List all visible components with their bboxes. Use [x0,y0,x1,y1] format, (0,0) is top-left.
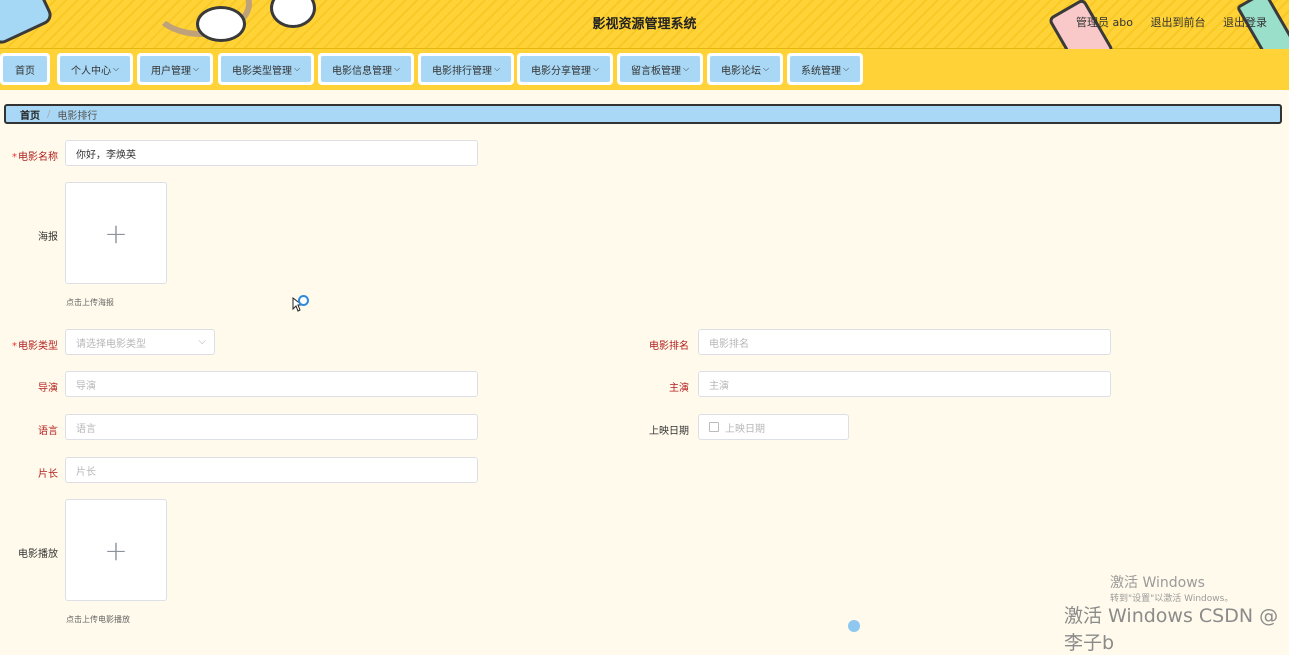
chevron-down-icon: ⌵ [682,64,690,73]
movie-play-label: 电影播放 [18,549,58,560]
required-mark: * [12,341,17,352]
breadcrumb: 首页 / 电影排行 [4,104,1282,124]
duration-label: 片长 [38,469,58,480]
movie-type-label-text: 电影类型 [18,341,58,352]
nav-label: 电影信息管理 [331,65,392,77]
movie-type-label: *电影类型 [2,337,58,352]
plus-icon: + [104,533,128,567]
duration-placeholder: 片长 [76,466,96,478]
movie-name-input[interactable]: 你好，李焕英 [65,140,478,166]
release-date-placeholder: 上映日期 [725,423,765,435]
release-date-picker[interactable]: 上映日期 [698,414,849,440]
breadcrumb-home[interactable]: 首页 [20,107,40,122]
director-input[interactable]: 导演 [65,371,478,397]
movie-name-label: *电影名称 [2,148,58,163]
movie-rank-input[interactable]: 电影排名 [698,329,1111,355]
actor-placeholder: 主演 [709,380,729,392]
logout-link[interactable]: 退出登录 [1223,16,1267,29]
movie-play-upload-box[interactable]: + [65,499,167,601]
nav-label: 电影论坛 [720,65,761,77]
nav-item-system-management[interactable]: 系统管理 ⌵ [787,53,863,85]
chevron-down-icon: ⌵ [493,64,501,73]
movie-name-value: 你好，李焕英 [76,149,136,161]
nav-label: 电影类型管理 [231,65,292,77]
actor-input[interactable]: 主演 [698,371,1111,397]
csdn-watermark: 激活 Windows CSDN @李子b [1064,605,1279,654]
duration-input[interactable]: 片长 [65,457,478,483]
nav-item-movie-share-management[interactable]: 电影分享管理 ⌵ [517,53,613,85]
nav-item-message-board-management[interactable]: 留言板管理 ⌵ [617,53,703,85]
nav-item-movie-info-management[interactable]: 电影信息管理 ⌵ [318,53,414,85]
current-user: 管理员 abo [1076,16,1133,29]
plus-icon: + [104,216,128,250]
nav-label: 首页 [15,65,35,77]
chevron-down-icon: ⌵ [842,64,850,73]
language-input[interactable]: 语言 [65,414,478,440]
nav-label: 用户管理 [150,65,191,77]
chevron-down-icon: ⌵ [112,64,120,73]
main-nav: 首页 个人中心 ⌵ 用户管理 ⌵ 电影类型管理 ⌵ 电影信息管理 ⌵ 电影排行管理 ⌵ 电… [0,49,1289,90]
chevron-down-icon: ⌵ [198,336,206,347]
poster-upload-box[interactable]: + [65,182,167,284]
chevron-down-icon: ⌵ [293,64,301,73]
movie-rank-label: 电影排名 [649,341,689,352]
nav-item-personal-center[interactable]: 个人中心 ⌵ [57,53,133,85]
movie-type-placeholder: 请选择电影类型 [76,338,146,350]
nav-item-home[interactable]: 首页 [0,53,50,85]
breadcrumb-current: 电影排行 [57,110,98,122]
nav-label: 系统管理 [800,65,841,77]
director-label: 导演 [38,383,58,394]
nav-label: 电影分享管理 [530,65,591,77]
user-area: 管理员 abo 退出到前台 退出登录 [1062,14,1267,30]
calendar-icon [709,422,719,432]
language-placeholder: 语言 [76,423,96,435]
nav-item-movie-ranking-management[interactable]: 电影排行管理 ⌵ [418,53,514,85]
goto-front-link[interactable]: 退出到前台 [1151,16,1206,29]
movie-play-upload-hint: 点击上传电影播放 [66,615,130,624]
language-label: 语言 [38,426,58,437]
release-date-label: 上映日期 [649,426,689,437]
nav-item-movie-type-management[interactable]: 电影类型管理 ⌵ [218,53,314,85]
loading-indicator-icon [298,295,309,306]
poster-upload-hint: 点击上传海报 [66,298,114,307]
chevron-down-icon: ⌵ [762,64,770,73]
loading-indicator-icon [848,620,860,632]
chevron-down-icon: ⌵ [192,64,200,73]
nav-label: 留言板管理 [630,65,681,77]
breadcrumb-separator: / [47,108,51,120]
movie-name-label-text: 电影名称 [18,152,58,163]
movie-type-select[interactable]: 请选择电影类型 ⌵ [65,329,215,355]
chevron-down-icon: ⌵ [393,64,401,73]
poster-label: 海报 [38,232,58,243]
chevron-down-icon: ⌵ [592,64,600,73]
windows-activation-watermark: 激活 Windows [1110,575,1205,591]
director-placeholder: 导演 [76,380,96,392]
movie-rank-placeholder: 电影排名 [709,338,749,350]
actor-label: 主演 [669,383,689,394]
nav-item-movie-forum[interactable]: 电影论坛 ⌵ [707,53,783,85]
nav-label: 个人中心 [70,65,111,77]
required-mark: * [12,152,17,163]
nav-label: 电影排行管理 [431,65,492,77]
header-bar: 影视资源管理系统 管理员 abo 退出到前台 退出登录 [0,0,1289,73]
nav-item-user-management[interactable]: 用户管理 ⌵ [137,53,213,85]
